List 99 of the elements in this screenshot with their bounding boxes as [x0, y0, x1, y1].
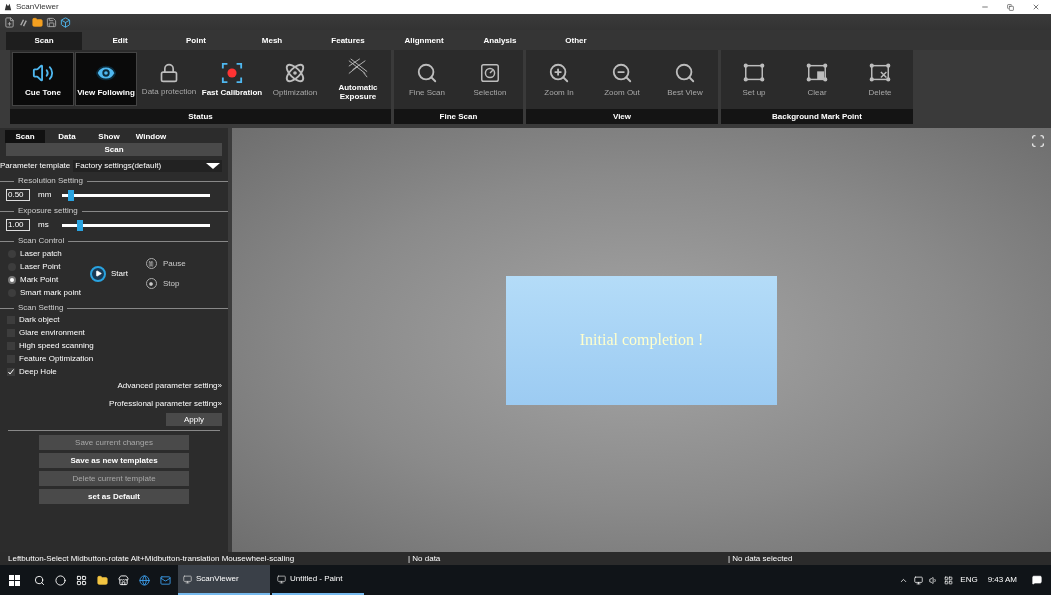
status-text: | No data selected [727, 552, 793, 565]
logo-icon [4, 3, 12, 11]
radio-label: Mark Point [20, 275, 59, 285]
frame-x-icon [869, 61, 891, 84]
app-icon [277, 574, 286, 584]
task-view-icon[interactable] [76, 574, 87, 586]
gauge-icon [479, 61, 501, 84]
section-title: Resolution Setting [18, 176, 83, 186]
panel-tab[interactable]: Scan [5, 130, 45, 143]
target-icon [221, 61, 243, 84]
folder-icon[interactable] [97, 574, 108, 586]
template-button[interactable]: Save as new templates [39, 453, 189, 468]
radio-button[interactable] [8, 276, 16, 284]
notification-icon[interactable] [1032, 575, 1042, 585]
taskbar-app[interactable]: ScanViewer [178, 565, 270, 595]
checkbox-label: Dark object [19, 315, 60, 325]
template-button[interactable]: set as Default [39, 489, 189, 504]
fullscreen-icon[interactable] [1031, 134, 1045, 148]
panel-tab[interactable]: Window [131, 130, 171, 143]
ribbon-button[interactable]: Automatic Exposure [327, 52, 389, 106]
volume-icon[interactable] [929, 575, 939, 585]
ribbon-tab[interactable]: Alignment [386, 32, 462, 50]
status-text: Leftbutton-Select Midbutton-rotate Alt+Midbutton-translation Mousewheel-scaling [7, 552, 296, 565]
ribbon-tab[interactable]: Edit [82, 32, 158, 50]
radio-label: Laser patch [20, 249, 62, 259]
zoom-out-icon [611, 61, 633, 84]
close-button[interactable] [1032, 3, 1040, 11]
radio-label: Laser Point [20, 262, 61, 272]
ribbon-tab[interactable]: Other [538, 32, 614, 50]
ribbon-button[interactable]: Cue Tone [12, 52, 74, 106]
new-file-icon[interactable] [4, 16, 15, 28]
dropdown-arrow-icon [206, 163, 220, 169]
ribbon-button[interactable]: View Following [75, 52, 137, 106]
unit-label: mm [38, 189, 53, 201]
field-label: Parameter template [0, 160, 71, 172]
checkbox[interactable] [7, 368, 15, 376]
crosshatch-icon [347, 57, 369, 79]
ribbon-tab[interactable]: Analysis [462, 32, 538, 50]
section-title: Scan Control [18, 236, 65, 246]
clock[interactable]: 9:43 AM [987, 574, 1017, 586]
pause-button[interactable]: Pause [145, 257, 186, 270]
magnifier-icon [416, 61, 438, 84]
advanced-settings-link[interactable]: Advanced parameter setting» [117, 380, 222, 392]
group-label: Fine Scan [394, 109, 523, 124]
start-button[interactable]: Start [90, 265, 128, 282]
checkbox-label: Feature Optimization [19, 354, 94, 364]
cube-icon[interactable] [60, 16, 71, 28]
panel-tab[interactable]: Show [89, 130, 129, 143]
ribbon-tab[interactable]: Scan [6, 32, 82, 50]
ribbon-tab[interactable]: Features [310, 32, 386, 50]
play-icon [94, 270, 102, 277]
atom-icon [284, 61, 306, 84]
status-text: | No data [407, 552, 442, 565]
section-title: Scan Setting [18, 303, 64, 313]
frame-trash-icon [806, 61, 828, 84]
group-label: Background Mark Point [721, 109, 913, 124]
globe-icon[interactable] [139, 574, 150, 586]
pause-icon [148, 260, 155, 267]
radio-label: Smart mark point [20, 288, 81, 298]
zoom-in-icon [548, 61, 570, 84]
restore-button[interactable] [1007, 3, 1014, 11]
windows-start-icon[interactable] [9, 574, 20, 586]
section-title: Exposure setting [18, 206, 78, 216]
search-icon[interactable] [34, 574, 45, 586]
unit-label: ms [38, 219, 50, 231]
group-label: View [526, 109, 718, 124]
panel-tab[interactable]: Data [47, 130, 87, 143]
frame-icon [743, 61, 765, 84]
message-text: Initial completion ! [579, 330, 704, 351]
language-indicator[interactable]: ENG [960, 574, 978, 586]
apply-button[interactable]: Apply [166, 413, 222, 426]
value-field[interactable]: 1.00 [6, 219, 30, 231]
circle-icon[interactable] [55, 574, 66, 586]
template-dropdown[interactable]: Factory settings(default) [73, 160, 222, 172]
lock-icon [159, 62, 179, 83]
professional-settings-link[interactable]: Professional parameter setting» [109, 398, 222, 410]
store-icon[interactable] [118, 574, 129, 586]
stop-button[interactable]: Stop [145, 277, 186, 290]
ribbon-button[interactable]: Fast Calibration [201, 52, 263, 106]
mail-icon[interactable] [160, 574, 171, 586]
ribbon-tab[interactable]: Mesh [234, 32, 310, 50]
check-icon [8, 369, 14, 375]
checkbox-label: Glare environment [19, 328, 85, 338]
checkbox-label: Deep Hole [19, 367, 57, 377]
input-method-icon[interactable] [944, 575, 954, 585]
app-icon [183, 574, 192, 584]
folder-icon[interactable] [32, 16, 43, 28]
slider-thumb[interactable] [76, 219, 83, 231]
ribbon-tab[interactable]: Point [158, 32, 234, 50]
save-icon[interactable] [46, 16, 57, 28]
magnifier-icon [674, 61, 696, 84]
checkbox-label: High speed scanning [19, 341, 94, 351]
panel-header: Scan [6, 143, 222, 156]
taskbar-app[interactable]: Untitled - Paint [272, 565, 364, 595]
slider-thumb[interactable] [67, 189, 74, 201]
value-field[interactable]: 0.50 [6, 189, 30, 201]
stop-icon [149, 281, 154, 286]
group-label: Status [10, 109, 391, 124]
window-title: ScanViewer [16, 1, 59, 13]
